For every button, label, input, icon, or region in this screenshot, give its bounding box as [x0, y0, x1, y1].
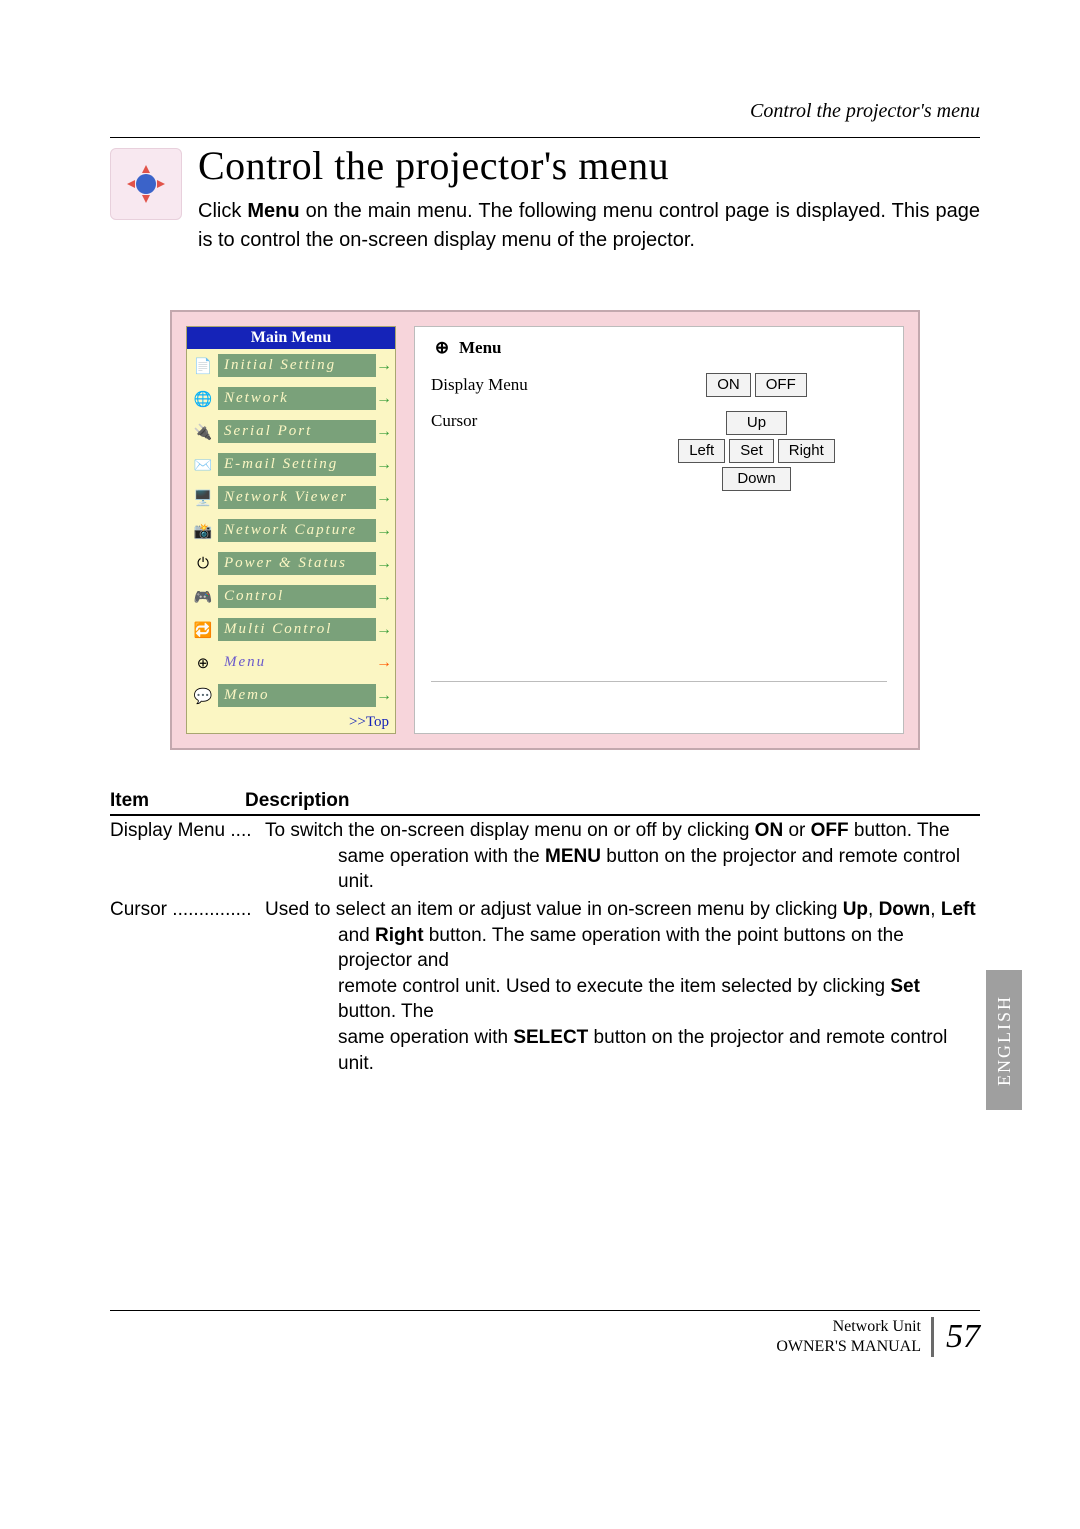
port-icon: 🔌	[192, 421, 214, 443]
sidebar-item-power-status[interactable]: ⏻Power & Status→	[187, 547, 395, 580]
footer-product: Network Unit	[776, 1317, 921, 1337]
col-description: Description	[245, 790, 350, 812]
running-header: Control the projector's menu	[110, 100, 980, 123]
arrow-icon: →	[376, 588, 392, 606]
arrow-icon: →	[376, 654, 392, 672]
sidebar-item-network-viewer[interactable]: 🖥️Network Viewer→	[187, 481, 395, 514]
control-icon: 🎮	[192, 586, 214, 608]
footer-manual: OWNER'S MANUAL	[776, 1337, 921, 1357]
sidebar-title: Main Menu	[187, 327, 395, 349]
panel-separator	[431, 681, 887, 682]
sidebar-item-email-setting[interactable]: ✉️E-mail Setting→	[187, 448, 395, 481]
panel-header: ⊕ Menu	[431, 337, 887, 359]
cursor-label: Cursor	[431, 411, 626, 431]
arrow-icon: →	[376, 687, 392, 705]
footer-rule	[110, 1310, 980, 1311]
sidebar-item-multi-control[interactable]: 🔁Multi Control→	[187, 613, 395, 646]
memo-icon: 💬	[192, 685, 214, 707]
section-icon	[110, 148, 182, 220]
sidebar-item-network[interactable]: 🌐Network→	[187, 382, 395, 415]
right-button[interactable]: Right	[778, 439, 835, 463]
screenshot-frame: Main Menu 📄Initial Setting→ 🌐Network→ 🔌S…	[170, 310, 920, 750]
arrow-icon: →	[376, 555, 392, 573]
menu-panel-icon: ⊕	[431, 337, 453, 359]
off-button[interactable]: OFF	[755, 373, 807, 397]
arrow-icon: →	[376, 522, 392, 540]
down-button[interactable]: Down	[722, 467, 790, 491]
panel-title: Menu	[459, 338, 502, 358]
page-title: Control the projector's menu	[198, 142, 980, 189]
intro-text: Click Menu on the main menu. The followi…	[198, 197, 980, 255]
arrow-icon: →	[376, 456, 392, 474]
set-button[interactable]: Set	[729, 439, 774, 463]
arrow-icon: →	[376, 621, 392, 639]
arrow-icon: →	[376, 390, 392, 408]
sidebar-item-memo[interactable]: 💬Memo→	[187, 679, 395, 712]
menu-icon: ⊕	[192, 652, 214, 674]
top-link[interactable]: >>Top	[187, 712, 395, 733]
multi-icon: 🔁	[192, 619, 214, 641]
sidebar-item-control[interactable]: 🎮Control→	[187, 580, 395, 613]
sidebar-item-initial-setting[interactable]: 📄Initial Setting→	[187, 349, 395, 382]
left-button[interactable]: Left	[678, 439, 725, 463]
description-table: Item Description Display Menu .... To sw…	[110, 790, 980, 1076]
viewer-icon: 🖥️	[192, 487, 214, 509]
display-menu-label: Display Menu	[431, 375, 626, 395]
page-number: 57	[946, 1318, 980, 1356]
arrow-icon: →	[376, 489, 392, 507]
power-icon: ⏻	[192, 553, 214, 575]
language-tab: ENGLISH	[986, 970, 1022, 1110]
capture-icon: 📸	[192, 520, 214, 542]
col-item: Item	[110, 790, 245, 812]
sidebar-item-serial-port[interactable]: 🔌Serial Port→	[187, 415, 395, 448]
arrow-icon: →	[376, 357, 392, 375]
main-menu-sidebar: Main Menu 📄Initial Setting→ 🌐Network→ 🔌S…	[186, 326, 396, 734]
sidebar-item-network-capture[interactable]: 📸Network Capture→	[187, 514, 395, 547]
on-button[interactable]: ON	[706, 373, 751, 397]
sidebar-item-menu[interactable]: ⊕Menu→	[187, 646, 395, 679]
network-icon: 🌐	[192, 388, 214, 410]
mail-icon: ✉️	[192, 454, 214, 476]
page-icon: 📄	[192, 355, 214, 377]
menu-panel: ⊕ Menu Display Menu ON OFF Cursor Up Lef…	[414, 326, 904, 734]
header-rule	[110, 137, 980, 138]
footer-text: Network Unit OWNER'S MANUAL 57	[110, 1317, 980, 1357]
up-button[interactable]: Up	[726, 411, 787, 435]
arrow-icon: →	[376, 423, 392, 441]
